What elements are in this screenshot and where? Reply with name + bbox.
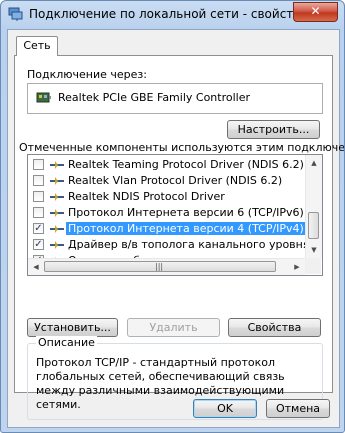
component-label: Протокол Интернета версии 6 (TCP/IPv6) <box>68 206 304 219</box>
component-label: Драйвер в/в тополога канального уровня <box>68 238 310 251</box>
components-label: Отмеченные компоненты используются этим … <box>19 141 345 154</box>
components-list[interactable]: Realtek Teaming Protocol Driver (NDIS 6.… <box>27 154 323 276</box>
ok-button[interactable]: OK <box>193 399 257 418</box>
list-item[interactable]: Realtek Vlan Protocol Driver (NDIS 6.2) <box>28 173 304 189</box>
list-item[interactable]: Realtek NDIS Protocol Driver <box>28 189 304 205</box>
list-item[interactable]: Realtek Teaming Protocol Driver (NDIS 6.… <box>28 157 304 173</box>
vertical-scroll-thumb[interactable] <box>308 212 319 239</box>
configure-button[interactable]: Настроить... <box>227 120 320 139</box>
horizontal-scroll-thumb[interactable]: ||| <box>44 261 276 272</box>
scroll-corner <box>305 258 321 274</box>
scroll-left-arrow-icon[interactable]: ◀ <box>28 259 44 275</box>
window-title: Подключение по локальной сети - свойства <box>29 7 308 21</box>
protocol-icon <box>49 192 65 202</box>
vertical-scrollbar[interactable]: ▲ ▼ <box>305 155 322 258</box>
uninstall-button[interactable]: Удалить <box>127 318 220 337</box>
scroll-down-arrow-icon[interactable]: ▼ <box>306 242 322 258</box>
title-bar[interactable]: Подключение по локальной сети - свойства… <box>1 1 344 29</box>
list-item[interactable]: ✓ Драйвер в/в тополога канального уровня <box>28 237 309 253</box>
component-label: Realtek Teaming Protocol Driver (NDIS 6.… <box>68 158 304 171</box>
scroll-right-arrow-icon[interactable]: ▶ <box>289 259 305 275</box>
network-connection-icon <box>8 7 24 21</box>
list-item-selected[interactable]: ✓ Протокол Интернета версии 4 (TCP/IPv4) <box>28 221 306 237</box>
component-checkbox[interactable] <box>33 207 44 218</box>
component-label: Realtek NDIS Protocol Driver <box>68 190 225 203</box>
component-label: Realtek Vlan Protocol Driver (NDIS 6.2) <box>68 174 283 187</box>
tab-panel: Подключение через: Realtek PCIe GBE Fami… <box>14 55 344 420</box>
horizontal-scrollbar[interactable]: ◀ ||| ▶ <box>28 258 305 275</box>
tab-network[interactable]: Сеть <box>16 36 58 56</box>
component-checkbox[interactable] <box>33 159 44 170</box>
cancel-button[interactable]: Отмена <box>266 399 330 418</box>
dialog-client: Сеть Подключение через: Realtek PCIe GBE… <box>7 29 344 428</box>
scroll-up-arrow-icon[interactable]: ▲ <box>306 155 322 171</box>
properties-window: Подключение по локальной сети - свойства… <box>0 0 345 433</box>
protocol-icon <box>49 176 65 186</box>
protocol-icon <box>49 224 65 234</box>
protocol-icon <box>49 160 65 170</box>
adapter-box: Realtek PCIe GBE Family Controller <box>27 83 323 114</box>
protocol-icon <box>49 208 65 218</box>
component-checkbox[interactable]: ✓ <box>33 239 44 250</box>
properties-button[interactable]: Свойства <box>228 318 321 337</box>
protocol-icon <box>49 240 65 250</box>
install-button[interactable]: Установить... <box>27 318 118 337</box>
close-button[interactable]: ✕ <box>293 2 338 22</box>
uninstall-button-label: Удалить <box>149 321 198 334</box>
thumb-grip-icon: ||| <box>155 262 164 271</box>
component-checkbox[interactable] <box>33 175 44 186</box>
properties-button-label: Свойства <box>247 321 302 334</box>
component-checkbox[interactable] <box>33 191 44 202</box>
install-button-label: Установить... <box>34 321 111 334</box>
network-adapter-icon <box>36 91 52 105</box>
close-icon: ✕ <box>310 4 321 18</box>
description-legend: Описание <box>36 336 97 349</box>
list-item[interactable]: Протокол Интернета версии 6 (TCP/IPv6) <box>28 205 304 221</box>
component-label: Протокол Интернета версии 4 (TCP/IPv4) <box>66 222 306 235</box>
adapter-name: Realtek PCIe GBE Family Controller <box>58 91 251 104</box>
component-checkbox[interactable]: ✓ <box>33 223 44 234</box>
connect-using-label: Подключение через: <box>27 68 147 81</box>
